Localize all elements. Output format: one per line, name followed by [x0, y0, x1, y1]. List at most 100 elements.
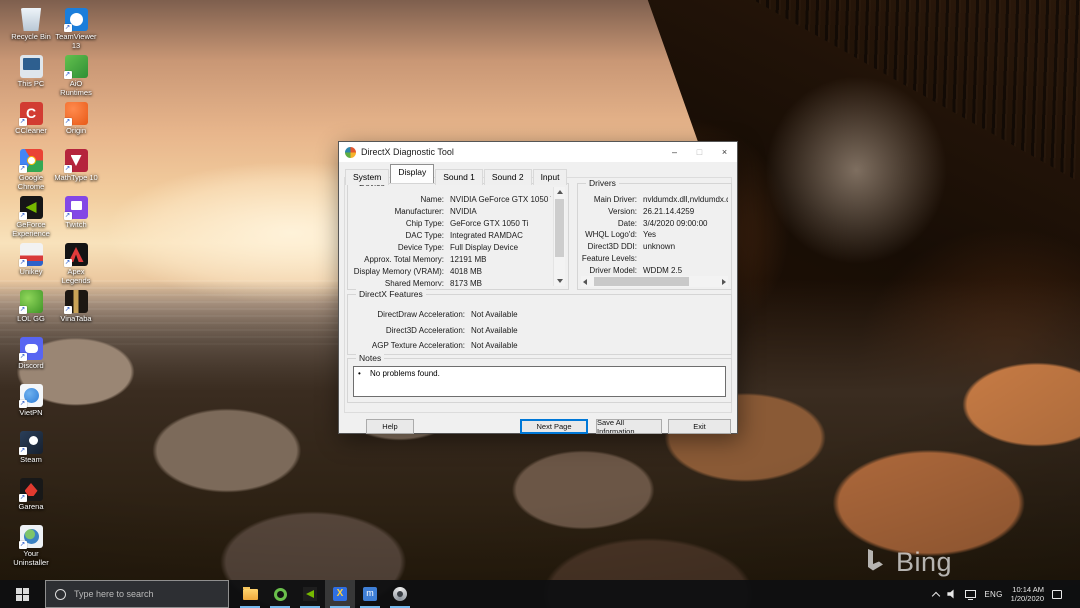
field-label: DirectDraw Acceleration:: [351, 307, 471, 323]
device-row: Shared Memory:8173 MB: [350, 278, 551, 286]
desktop-icon-label: Discord: [8, 362, 54, 371]
taskbar-search[interactable]: [45, 580, 229, 608]
taskbar-m-app[interactable]: m: [355, 580, 385, 608]
aio-runtimes-icon: [65, 55, 88, 78]
desktop-icon-label: Apex Legends: [53, 268, 99, 285]
field-label: Date:: [581, 218, 643, 230]
geforce-experience-icon: [20, 196, 43, 219]
taskbar: X m ENG 10:14 AM 1/20/2020: [0, 580, 1080, 608]
device-group: Device Name:NVIDIA GeForce GTX 1050 Ti M…: [347, 183, 569, 290]
tab-system[interactable]: System: [345, 169, 389, 185]
search-input[interactable]: [74, 589, 214, 599]
desktop-icon-origin[interactable]: Origin: [53, 102, 99, 136]
desktop-icon-ccleaner[interactable]: CCleaner: [8, 102, 54, 136]
field-label: Approx. Total Memory:: [350, 254, 450, 266]
drivers-scrollbar[interactable]: [581, 276, 728, 287]
taskbar-file-explorer[interactable]: [235, 580, 265, 608]
teamviewer-icon: [65, 8, 88, 31]
action-center-icon[interactable]: [1052, 590, 1062, 599]
green-app-icon: [274, 588, 287, 601]
desktop-icon-apex-legends[interactable]: Apex Legends: [53, 243, 99, 285]
notes-group-legend: Notes: [356, 353, 384, 363]
field-value: WDDM 2.5: [643, 265, 728, 275]
taskbar-dxdiag[interactable]: X: [325, 580, 355, 608]
recycle-bin-icon: [20, 8, 43, 31]
scroll-thumb[interactable]: [555, 199, 564, 257]
field-label: WHQL Logo'd:: [581, 229, 643, 241]
desktop-icon-lol-gg[interactable]: LOL GG: [8, 290, 54, 324]
desktop-icon-unikey[interactable]: Unikey: [8, 243, 54, 277]
scroll-left-icon[interactable]: [583, 279, 587, 285]
chrome-icon: [20, 149, 43, 172]
close-button[interactable]: ×: [712, 142, 737, 162]
start-button[interactable]: [0, 580, 45, 608]
hidden-icons-chevron-icon[interactable]: [932, 591, 940, 599]
desktop-icon-mathtype[interactable]: MathType 10: [53, 149, 99, 183]
desktop-icon-vietpn[interactable]: VietPN: [8, 384, 54, 418]
desktop-icon-aio-runtimes[interactable]: AiO Runtimes: [53, 55, 99, 97]
taskbar-green-app[interactable]: [265, 580, 295, 608]
file-explorer-icon: [243, 589, 258, 600]
your-uninstaller-icon: [20, 525, 43, 548]
language-indicator[interactable]: ENG: [984, 590, 1002, 599]
desktop-icon-teamviewer[interactable]: TeamViewer 13: [53, 8, 99, 50]
window-controls: – □ ×: [662, 142, 737, 162]
field-value: 26.21.14.4259: [643, 206, 728, 218]
field-value: Not Available: [471, 338, 728, 354]
scroll-thumb[interactable]: [594, 277, 689, 286]
drivers-group-legend: Drivers: [586, 178, 619, 188]
tab-input[interactable]: Input: [533, 169, 568, 185]
field-value: Yes: [643, 229, 728, 241]
device-row: Approx. Total Memory:12191 MB: [350, 254, 551, 266]
desktop-icon-discord[interactable]: Discord: [8, 337, 54, 371]
drivers-row: Driver Model:WDDM 2.5: [581, 265, 728, 275]
desktop-icon-label: TeamViewer 13: [53, 33, 99, 50]
minimize-button[interactable]: –: [662, 142, 687, 162]
device-scrollbar[interactable]: [553, 187, 565, 286]
features-group-legend: DirectX Features: [356, 289, 426, 299]
desktop-icon-label: Steam: [8, 456, 54, 465]
exit-button[interactable]: Exit: [668, 419, 731, 434]
desktop-icon-garena[interactable]: Garena: [8, 478, 54, 512]
directx-app-icon: [345, 147, 356, 158]
scroll-up-icon[interactable]: [557, 190, 563, 194]
tab-display[interactable]: Display: [390, 164, 434, 183]
scroll-right-icon[interactable]: [722, 279, 726, 285]
features-rows: DirectDraw Acceleration:Not Available Di…: [351, 307, 728, 354]
tab-sound2[interactable]: Sound 2: [484, 169, 532, 185]
lol-gg-icon: [20, 290, 43, 313]
title-bar[interactable]: DirectX Diagnostic Tool – □ ×: [339, 142, 737, 162]
desktop-icon-steam[interactable]: Steam: [8, 431, 54, 465]
desktop-icon-chrome[interactable]: Google Chrome: [8, 149, 54, 191]
vinataba-icon: [65, 290, 88, 313]
field-value: 4018 MB: [450, 266, 551, 278]
desktop-icon-twitch[interactable]: Twitch: [53, 196, 99, 230]
desktop-icon-vinataba[interactable]: VinaTaba: [53, 290, 99, 324]
volume-icon[interactable]: [947, 589, 957, 599]
desktop-icon-your-uninstaller[interactable]: Your Uninstaller: [8, 525, 54, 567]
desktop-icon-this-pc[interactable]: This PC: [8, 55, 54, 89]
taskbar-clock[interactable]: 10:14 AM 1/20/2020: [1011, 585, 1044, 603]
unikey-icon: [20, 243, 43, 266]
field-value: NVIDIA: [450, 206, 551, 218]
scroll-down-icon[interactable]: [557, 279, 563, 283]
notes-list[interactable]: • No problems found.: [353, 366, 726, 397]
discord-icon: [20, 337, 43, 360]
desktop-icon-label: Origin: [53, 127, 99, 136]
apex-legends-icon: [65, 243, 88, 266]
save-all-information-button[interactable]: Save All Information...: [596, 419, 662, 434]
field-label: DAC Type:: [350, 230, 450, 242]
network-icon[interactable]: [965, 590, 976, 598]
drivers-rows: Main Driver:nvldumdx.dll,nvldumdx.dll,nv…: [581, 194, 728, 275]
tab-sound1[interactable]: Sound 1: [435, 169, 483, 185]
drivers-group: Drivers Main Driver:nvldumdx.dll,nvldumd…: [577, 183, 732, 290]
field-label: Direct3D DDI:: [581, 241, 643, 253]
field-value: NVIDIA GeForce GTX 1050 Ti: [450, 194, 551, 206]
field-label: Version:: [581, 206, 643, 218]
next-page-button[interactable]: Next Page: [520, 419, 588, 434]
help-button[interactable]: Help: [366, 419, 414, 434]
desktop-icon-geforce-experience[interactable]: GeForce Experience: [8, 196, 54, 238]
taskbar-swirl-app[interactable]: [385, 580, 415, 608]
taskbar-geforce-experience[interactable]: [295, 580, 325, 608]
desktop-icon-recycle-bin[interactable]: Recycle Bin: [8, 8, 54, 42]
